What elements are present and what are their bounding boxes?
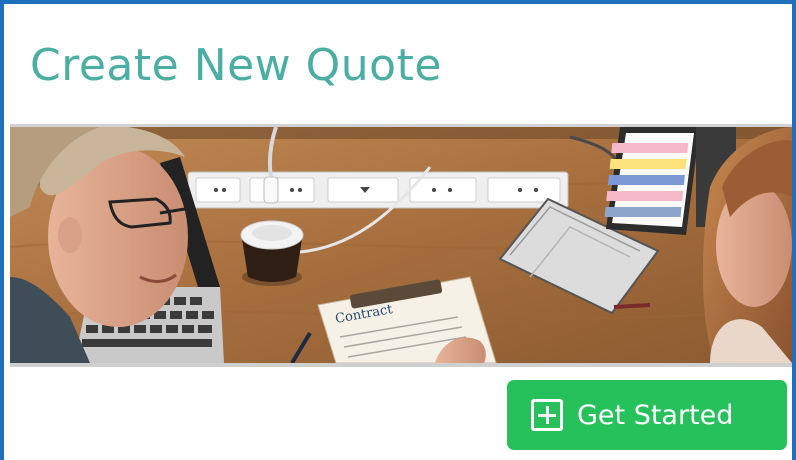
get-started-label: Get Started	[577, 399, 734, 431]
create-quote-card: Create New Quote Contract Get Started	[0, 0, 796, 460]
get-started-button[interactable]: Get Started	[507, 380, 787, 450]
hero-image: Contract	[10, 124, 792, 367]
coffee-cup-graphic	[240, 220, 304, 286]
plus-square-icon	[531, 399, 563, 431]
page-title: Create New Quote	[30, 40, 442, 91]
